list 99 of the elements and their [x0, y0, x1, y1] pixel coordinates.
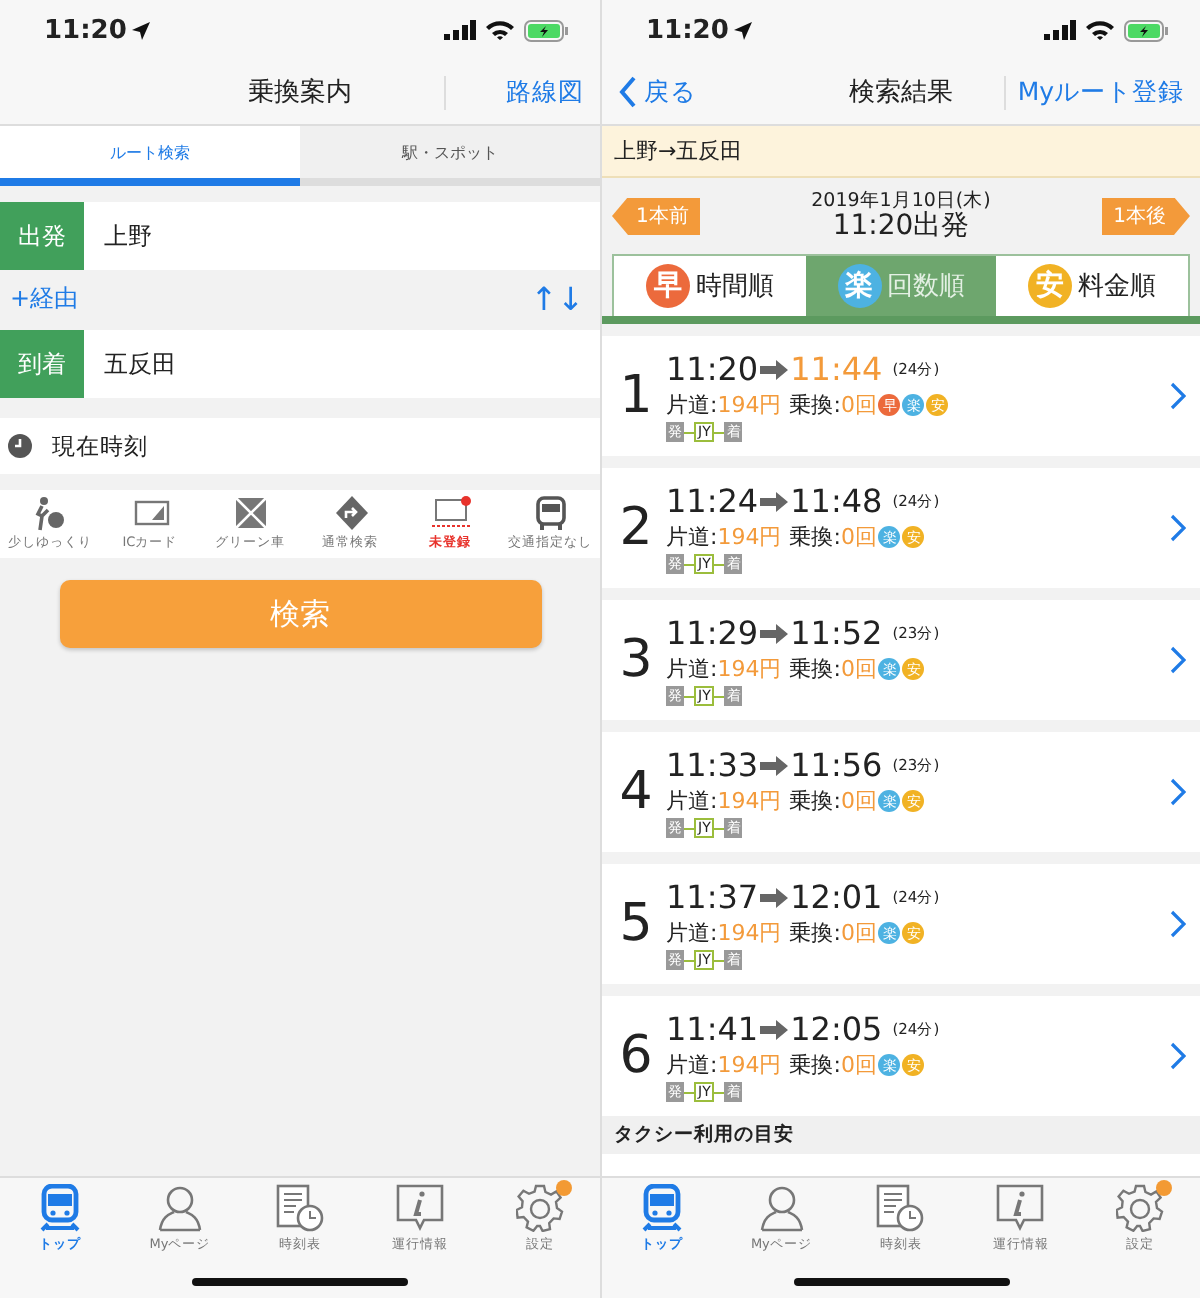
arrow-icon: [760, 755, 789, 775]
arrow-icon: [760, 887, 789, 907]
wifi-icon: [1086, 20, 1114, 40]
fare: 194円: [717, 654, 782, 684]
transfer-count: 0回: [840, 1050, 877, 1080]
screen-title: 検索結果: [847, 76, 955, 110]
info-icon: [996, 1184, 1045, 1232]
transfer-label: 乗換:: [789, 390, 841, 420]
arrow-icon: [760, 1019, 789, 1039]
route-map-link[interactable]: 路線図: [506, 75, 584, 109]
chevron-right-icon: [1170, 1042, 1186, 1070]
result-number: 4: [617, 762, 655, 822]
signal-icon: [1044, 20, 1076, 40]
train-icon: [639, 1184, 684, 1232]
location-arrow-icon: [132, 21, 151, 39]
chevron-right-icon: [1170, 514, 1186, 542]
fare-label: 片道:: [666, 390, 718, 420]
chevron-right-icon: [1170, 646, 1186, 674]
gear-icon: [516, 1184, 564, 1232]
timetable-icon: [276, 1184, 324, 1232]
train-icon: [38, 1184, 82, 1232]
info-icon: [396, 1184, 444, 1232]
pass-icon: [429, 496, 471, 532]
fare: 194円: [717, 1050, 782, 1080]
clock-time: 11:20: [44, 15, 127, 45]
arrival-time: 12:05: [790, 1010, 883, 1048]
sort-badge: 楽: [837, 264, 881, 308]
result-number: 3: [617, 630, 655, 690]
clock-icon: [8, 434, 32, 458]
departure-time: 11:37: [666, 878, 759, 916]
arrival-time: 11:52: [790, 614, 883, 652]
fare: 194円: [717, 918, 782, 948]
transfer-count: 0回: [840, 390, 877, 420]
arrival-field[interactable]: 到着 五反田: [0, 330, 600, 398]
departure-time: 11:20: [666, 350, 759, 388]
person-icon: [158, 1184, 202, 1232]
chevron-right-icon: [1170, 382, 1186, 410]
departure-field[interactable]: 出発 上野: [0, 202, 600, 270]
transfer-label: 乗換:: [789, 786, 841, 816]
arrow-icon: [760, 491, 789, 511]
chevron-right-icon: [1170, 778, 1186, 806]
screen-title: 乗換案内: [246, 76, 354, 110]
departure-time: 11:20出発: [832, 211, 970, 241]
chevron-right-icon: [1170, 910, 1186, 938]
transfer-count: 0回: [840, 522, 877, 552]
transfer-label: 乗換:: [789, 654, 841, 684]
result-number: 1: [617, 366, 655, 426]
arrow-icon: [760, 623, 789, 643]
arrival-time: 12:01: [790, 878, 883, 916]
fare: 194円: [717, 522, 782, 552]
transfer-count: 0回: [840, 654, 877, 684]
wifi-icon: [486, 20, 514, 40]
result-number: 5: [617, 894, 655, 954]
departure-time: 11:41: [666, 1010, 759, 1048]
my-route-link[interactable]: Myルート登録: [1017, 75, 1184, 109]
sort-tab[interactable]: 楽 回数順: [805, 256, 997, 316]
person-icon: [759, 1184, 804, 1232]
result-number: 2: [617, 498, 655, 558]
chevron-left-icon: [618, 76, 638, 108]
departure-time: 11:29: [666, 614, 759, 652]
clock-time: 11:20: [646, 15, 729, 45]
sort-badge: 早: [645, 264, 690, 308]
field-label: 到着: [0, 330, 84, 398]
sort-tab[interactable]: 安 料金順: [996, 256, 1189, 316]
sort-badge: 安: [1028, 264, 1073, 308]
transfer-count: 0回: [840, 786, 877, 816]
arrival-time: 11:48: [790, 482, 883, 520]
tab[interactable]: ルート検索: [0, 126, 300, 186]
battery-icon: [524, 19, 568, 41]
route-summary: 上野→五反田: [602, 126, 1200, 178]
location-arrow-icon: [734, 21, 753, 39]
sort-tab[interactable]: 早 時間順: [614, 256, 806, 316]
transfer-label: 乗換:: [789, 522, 841, 552]
timetable-icon: [876, 1184, 925, 1232]
departure-time: 11:33: [666, 746, 759, 784]
field-label: 出発: [0, 202, 84, 270]
back-button[interactable]: 戻る: [618, 75, 798, 109]
fare-label: 片道:: [666, 654, 718, 684]
date-text: 2019年1月10日(木): [811, 191, 991, 212]
arrival-time: 11:44: [790, 350, 883, 388]
fare-label: 片道:: [666, 522, 718, 552]
fare-label: 片道:: [666, 918, 718, 948]
fare: 194円: [717, 786, 782, 816]
gear-icon: [1116, 1184, 1165, 1232]
arrival-time: 11:56: [790, 746, 883, 784]
result-number: 6: [617, 1026, 655, 1086]
fare: 194円: [717, 390, 782, 420]
transfer-label: 乗換:: [789, 1050, 841, 1080]
fare-label: 片道:: [666, 1050, 718, 1080]
transfer-count: 0回: [840, 918, 877, 948]
fare-label: 片道:: [666, 786, 718, 816]
add-via-link[interactable]: +経由: [10, 282, 79, 316]
battery-icon: [1124, 19, 1168, 41]
time-field[interactable]: 現在時刻: [0, 418, 600, 474]
arrow-icon: [760, 359, 789, 379]
transfer-label: 乗換:: [789, 918, 841, 948]
departure-time: 11:24: [666, 482, 759, 520]
signal-icon: [444, 20, 476, 40]
swap-button[interactable]: ↑↓: [530, 280, 584, 318]
